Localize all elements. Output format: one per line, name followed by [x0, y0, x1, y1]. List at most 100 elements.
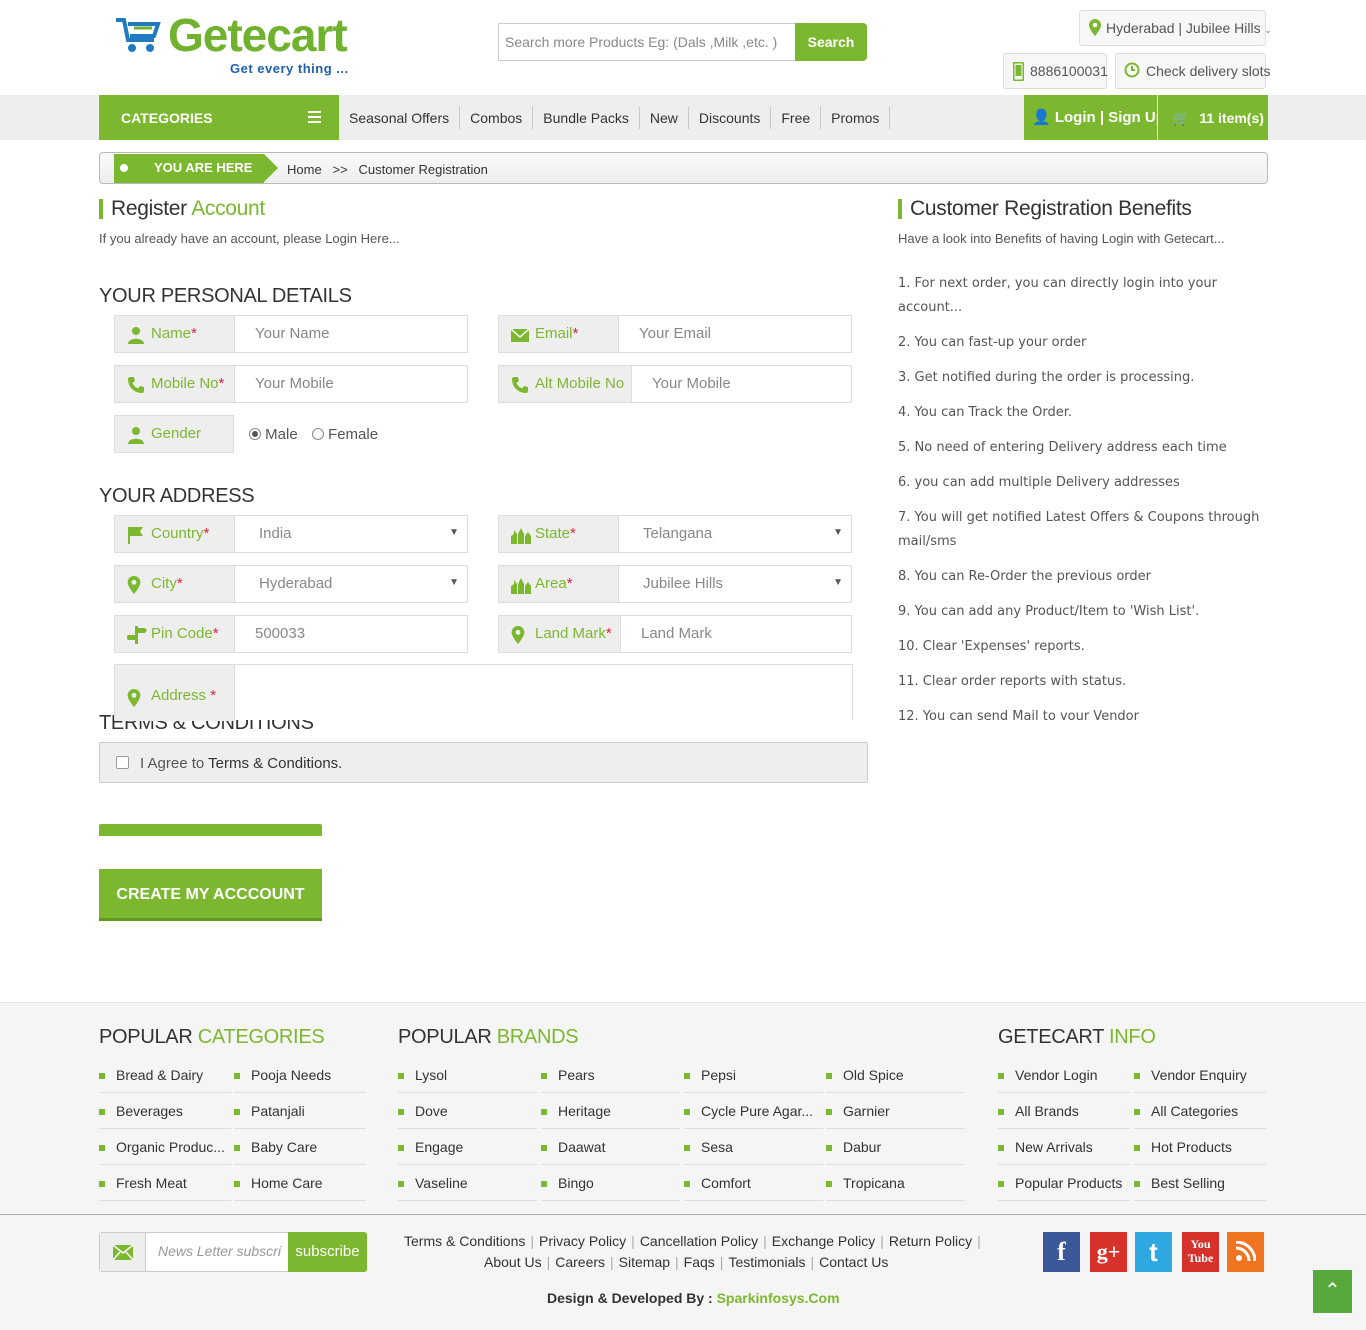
alt-mobile-input[interactable]: Your Mobile	[652, 375, 731, 392]
footer-category-link[interactable]: Pooja Needs	[234, 1057, 366, 1093]
footer-info-link[interactable]: Vendor Login	[998, 1057, 1130, 1093]
footer-category-link[interactable]: Bread & Dairy	[99, 1057, 231, 1093]
sitemap-link[interactable]: Sitemap	[619, 1254, 670, 1270]
youtube-icon[interactable]: You Tube	[1182, 1232, 1219, 1272]
footer-brand-link[interactable]: Engage	[398, 1129, 537, 1165]
cart-button[interactable]: 🛒 11 item(s)	[1158, 95, 1268, 140]
pincode-input[interactable]: 500033	[255, 625, 305, 642]
chevron-down-icon: ⌄	[1264, 25, 1273, 35]
nav-item-bundle-packs[interactable]: Bundle Packs	[533, 106, 640, 129]
footer-brand-link[interactable]: Garnier	[826, 1093, 965, 1129]
signpost-icon	[126, 626, 147, 644]
breadcrumb-path[interactable]: Home >> Customer Registration	[287, 162, 488, 177]
return-policy-link[interactable]: Return Policy	[889, 1233, 972, 1249]
footer-category-link[interactable]: Organic Produc...	[99, 1129, 231, 1165]
developer-link[interactable]: Sparkinfosys.Com	[717, 1290, 840, 1306]
subscribe-button[interactable]: subscribe	[288, 1232, 367, 1272]
footer-category-link[interactable]: Beverages	[99, 1093, 231, 1129]
nav-item-free[interactable]: Free	[771, 106, 822, 129]
footer-info-link[interactable]: Popular Products	[998, 1165, 1130, 1201]
name-input[interactable]: Your Name	[255, 325, 330, 342]
landmark-field[interactable]: Land Mark* Land Mark	[498, 615, 852, 653]
nav-item-new[interactable]: New	[640, 106, 689, 129]
name-field[interactable]: Name* Your Name	[114, 315, 468, 353]
footer-brand-link[interactable]: Old Spice	[826, 1057, 965, 1093]
footer-brand-link[interactable]: Lysol	[398, 1057, 537, 1093]
delivery-slots-link[interactable]: Check delivery slots	[1115, 53, 1271, 89]
map-pin-icon	[1089, 19, 1101, 39]
search-button[interactable]: Search	[795, 23, 867, 61]
create-account-button[interactable]: CREATE MY ACCCOUNT	[99, 869, 322, 921]
terms-conditions-link[interactable]: Terms & Conditions	[404, 1233, 525, 1249]
footer-brand-link[interactable]: Daawat	[541, 1129, 680, 1165]
gender-male-radio[interactable]	[249, 428, 261, 440]
footer-brand-link[interactable]: Vaseline	[398, 1165, 537, 1201]
footer-brand-link[interactable]: Heritage	[541, 1093, 680, 1129]
cart-icon: 🛒	[1172, 110, 1190, 126]
footer-brand-link[interactable]: Tropicana	[826, 1165, 965, 1201]
terms-link[interactable]: Terms & Conditions.	[208, 755, 342, 772]
email-field[interactable]: Email* Your Email	[498, 315, 852, 353]
country-select[interactable]: Country* India ▼	[114, 515, 468, 553]
testimonials-link[interactable]: Testimonials	[728, 1254, 805, 1270]
area-select[interactable]: Area* Jubilee Hills ▼	[498, 565, 852, 603]
twitter-icon[interactable]: t	[1135, 1232, 1172, 1272]
exchange-policy-link[interactable]: Exchange Policy	[772, 1233, 876, 1249]
newsletter-input[interactable]: News Letter subscri	[158, 1243, 281, 1259]
footer-info-link[interactable]: Vendor Enquiry	[1134, 1057, 1266, 1093]
rss-icon[interactable]	[1227, 1232, 1264, 1272]
login-signup-button[interactable]: 👤 Login | Sign Up	[1024, 95, 1165, 140]
email-input[interactable]: Your Email	[639, 325, 711, 342]
footer-info-link[interactable]: Hot Products	[1134, 1129, 1266, 1165]
footer-category-link[interactable]: Patanjali	[234, 1093, 366, 1129]
footer-category-link[interactable]: Baby Care	[234, 1129, 366, 1165]
nav-item-promos[interactable]: Promos	[821, 106, 891, 129]
city-select[interactable]: City* Hyderabad ▼	[114, 565, 468, 603]
footer-info-link[interactable]: Best Selling	[1134, 1165, 1266, 1201]
login-prompt[interactable]: If you already have an account, please L…	[99, 231, 400, 246]
footer-brand-link[interactable]: Comfort	[684, 1165, 823, 1201]
about-us-link[interactable]: About Us	[484, 1254, 542, 1270]
footer-info-link[interactable]: New Arrivals	[998, 1129, 1130, 1165]
google-plus-icon[interactable]: g+	[1090, 1232, 1127, 1272]
alt-mobile-field[interactable]: Alt Mobile No Your Mobile	[498, 365, 852, 403]
footer-brand-link[interactable]: Sesa	[684, 1129, 823, 1165]
contact-us-link[interactable]: Contact Us	[819, 1254, 888, 1270]
search-input[interactable]: Search more Products Eg: (Dals ,Milk ,et…	[498, 23, 795, 61]
location-selector[interactable]: Hyderabad | Jubilee Hills ⌄	[1079, 10, 1272, 46]
footer-brand-link[interactable]: Dabur	[826, 1129, 965, 1165]
landmark-input[interactable]: Land Mark	[641, 625, 712, 642]
cart-logo-icon[interactable]	[114, 14, 164, 56]
footer-info-link[interactable]: All Brands	[998, 1093, 1130, 1129]
gender-female-radio[interactable]	[311, 428, 324, 440]
scroll-to-top-button[interactable]: ⌃	[1313, 1270, 1352, 1313]
footer-category-link[interactable]: Home Care	[234, 1165, 366, 1201]
footer-brand-link[interactable]: Dove	[398, 1093, 537, 1129]
terms-checkbox[interactable]	[116, 756, 129, 769]
categories-menu-button[interactable]: CATEGORIES	[99, 95, 339, 140]
mobile-field[interactable]: Mobile No* Your Mobile	[114, 365, 468, 403]
footer-brand-link[interactable]: Pepsi	[684, 1057, 823, 1093]
mobile-input[interactable]: Your Mobile	[255, 375, 334, 392]
logo-tagline: Get every thing ...	[230, 61, 349, 76]
nav-item-combos[interactable]: Combos	[460, 106, 534, 129]
landmark-label: Land Mark*	[499, 616, 621, 652]
privacy-policy-link[interactable]: Privacy Policy	[539, 1233, 626, 1249]
footer-brand-link[interactable]: Bingo	[541, 1165, 680, 1201]
footer-info-link[interactable]: All Categories	[1134, 1093, 1266, 1129]
email-label: Email*	[499, 316, 619, 352]
address-field[interactable]: Address *	[114, 664, 853, 721]
facebook-icon[interactable]: f	[1043, 1232, 1080, 1272]
nav-item-seasonal-offers[interactable]: Seasonal Offers	[339, 106, 461, 129]
state-select[interactable]: State* Telangana ▼	[498, 515, 852, 553]
footer-category-link[interactable]: Fresh Meat	[99, 1165, 231, 1201]
chevron-down-icon: ▼	[449, 577, 459, 588]
nav-item-discounts[interactable]: Discounts	[689, 106, 772, 129]
faqs-link[interactable]: Faqs	[684, 1254, 715, 1270]
footer-brand-link[interactable]: Cycle Pure Agar...	[684, 1093, 823, 1129]
pincode-field[interactable]: Pin Code* 500033	[114, 615, 468, 653]
logo-text[interactable]: Getecart	[168, 8, 348, 62]
cancellation-policy-link[interactable]: Cancellation Policy	[640, 1233, 758, 1249]
footer-brand-link[interactable]: Pears	[541, 1057, 680, 1093]
careers-link[interactable]: Careers	[555, 1254, 605, 1270]
